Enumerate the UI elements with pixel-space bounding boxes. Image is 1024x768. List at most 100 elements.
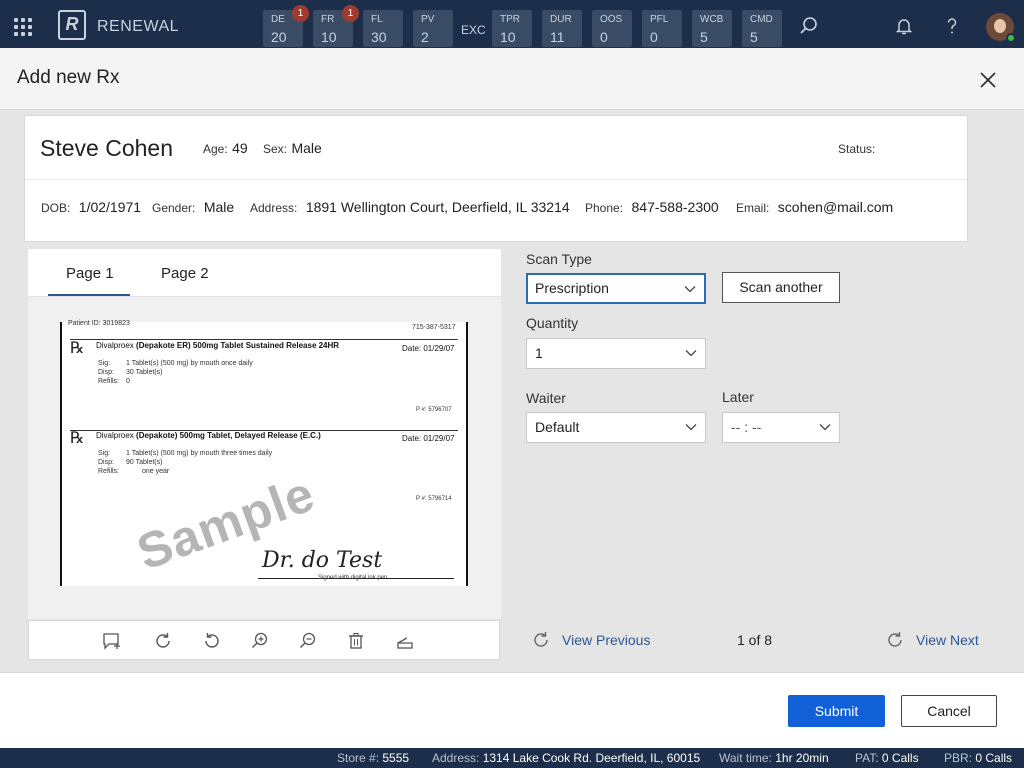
submit-button[interactable]: Submit [788, 695, 885, 727]
crop-icon[interactable] [395, 631, 415, 651]
zoom-out-icon[interactable] [298, 631, 318, 651]
queue-fr[interactable]: FR 10 1 [313, 5, 359, 47]
top-bar: R RENEWAL DE 20 1 FR 10 1 FL 30 PV 2 EXC… [0, 0, 1024, 48]
exc-label[interactable]: EXC [461, 23, 486, 37]
rx2-disp: 90 Tablet(s) [126, 459, 163, 466]
rx2-refills-label: Refills: [98, 468, 120, 475]
chevron-down-icon [685, 350, 697, 357]
rx2-drug: Divalproex (Depakote) 500mg Tablet, Dela… [96, 431, 321, 440]
view-previous-link[interactable]: View Previous [562, 632, 650, 648]
queue-label: WCB [700, 14, 724, 25]
help-icon[interactable] [942, 16, 962, 36]
address-value: 1891 Wellington Court, Deerfield, IL 332… [305, 199, 570, 215]
queue-tpr[interactable]: TPR 10 [492, 10, 532, 47]
dob-label: DOB: [41, 201, 71, 215]
close-icon[interactable] [976, 68, 1000, 92]
status-bar: Store #: 5555 Address: 1314 Lake Cook Rd… [0, 748, 1024, 768]
wait-time: Wait time: 1hr 20min [719, 751, 829, 765]
pat-calls: PAT: 0 Calls [855, 751, 919, 765]
queue-label: PV [421, 14, 435, 25]
refresh-next-icon[interactable] [885, 630, 905, 650]
queue-cmd[interactable]: CMD 5 [742, 10, 782, 47]
rx1-refills-label: Refills: [98, 378, 120, 385]
queue-label: DE [271, 14, 285, 25]
rx2-sig: 1 Tablet(s) (500 mg) by mouth three time… [126, 450, 273, 457]
waiter-select[interactable]: Default [526, 412, 706, 443]
queue-count: 10 [500, 29, 516, 45]
page-counter: 1 of 8 [737, 632, 773, 648]
email-value[interactable]: scohen@mail.com [778, 199, 893, 215]
patient-address: Address: 1891 Wellington Court, Deerfiel… [250, 199, 570, 217]
waiter-value: Default [535, 419, 580, 435]
queue-oos[interactable]: OOS 0 [592, 10, 632, 47]
queue-wcb[interactable]: WCB 5 [692, 10, 732, 47]
patient-phone: Phone: 847-588-2300 [585, 199, 719, 217]
refresh-previous-icon[interactable] [531, 630, 551, 650]
tab-page-2[interactable]: Page 2 [161, 265, 209, 282]
app-launcher-icon[interactable] [14, 18, 32, 36]
later-time-select[interactable]: -- : -- [722, 412, 840, 443]
rx2-p-number: P #: 5796714 [416, 496, 452, 502]
cancel-button[interactable]: Cancel [901, 695, 997, 727]
tab-page-1[interactable]: Page 1 [66, 265, 114, 282]
rotate-clockwise-icon[interactable] [153, 631, 173, 651]
rx1-refills: 0 [126, 378, 130, 385]
rotate-counterclockwise-icon[interactable] [202, 631, 222, 651]
add-comment-icon[interactable] [102, 631, 122, 651]
queue-label: FR [321, 14, 335, 25]
age-label: Age: [203, 142, 228, 156]
patient-status: Status: [838, 140, 875, 158]
queue-count: 20 [271, 29, 287, 45]
patient-age: Age: 49 [203, 140, 248, 158]
store-number: Store #: 5555 [337, 751, 410, 765]
queue-count: 2 [421, 29, 429, 45]
scan-another-button[interactable]: Scan another [722, 272, 840, 303]
rx-rule [70, 339, 458, 340]
image-toolbar [28, 620, 500, 660]
patient-email: Email: scohen@mail.com [736, 199, 893, 217]
scan-type-value: Prescription [535, 280, 609, 296]
pbr-calls: PBR: 0 Calls [944, 751, 1013, 765]
view-next-link[interactable]: View Next [916, 632, 979, 648]
later-time-value: -- : -- [731, 419, 762, 435]
rx1-disp: 30 Tablet(s) [126, 369, 163, 376]
scan-type-select[interactable]: Prescription [526, 273, 706, 304]
queue-fl[interactable]: FL 30 [363, 10, 403, 47]
rx1-date: Date: 01/29/07 [402, 344, 455, 353]
chevron-down-icon [684, 286, 696, 293]
phone-label: Phone: [585, 201, 624, 215]
queue-pv[interactable]: PV 2 [413, 10, 453, 47]
queue-count: 0 [650, 29, 658, 45]
queue-label: TPR [500, 14, 520, 25]
status-label: Status: [838, 142, 876, 156]
zoom-in-icon[interactable] [250, 631, 270, 651]
divider [25, 179, 967, 180]
rx1-sig: 1 Tablet(s) (500 mg) by mouth once daily [126, 360, 253, 367]
rx1-disp-label: Disp: [98, 369, 114, 376]
queue-count: 11 [550, 29, 565, 45]
rx1-drug: Divalproex (Depakote ER) 500mg Tablet Su… [96, 341, 340, 350]
notification-badge: 1 [292, 5, 309, 22]
queue-de[interactable]: DE 20 1 [263, 5, 309, 47]
search-icon[interactable] [799, 16, 819, 36]
queue-dur[interactable]: DUR 11 [542, 10, 582, 47]
modal-footer: Submit Cancel [0, 672, 1024, 748]
queue-count: 5 [750, 29, 758, 45]
queue-count: 0 [600, 29, 608, 45]
queue-count: 5 [700, 29, 708, 45]
queue-pfl[interactable]: PFL 0 [642, 10, 682, 47]
page-tabs: Page 1 Page 2 [28, 249, 501, 297]
chevron-down-icon [685, 424, 697, 431]
queue-count: 10 [321, 29, 337, 45]
queue-label: DUR [550, 14, 572, 25]
address-label: Address: [250, 201, 298, 215]
sex-value: Male [291, 140, 322, 156]
delete-icon[interactable] [346, 631, 366, 651]
scan-type-label: Scan Type [526, 251, 592, 267]
quantity-select[interactable]: 1 [526, 338, 706, 369]
signature: Dr. do Test [262, 548, 383, 573]
gender-label: Gender: [152, 201, 196, 215]
bell-icon[interactable] [894, 16, 914, 36]
patient-card: Steve Cohen Age: 49 Sex: Male Status: DO… [24, 115, 968, 242]
queue-label: FL [371, 14, 383, 25]
